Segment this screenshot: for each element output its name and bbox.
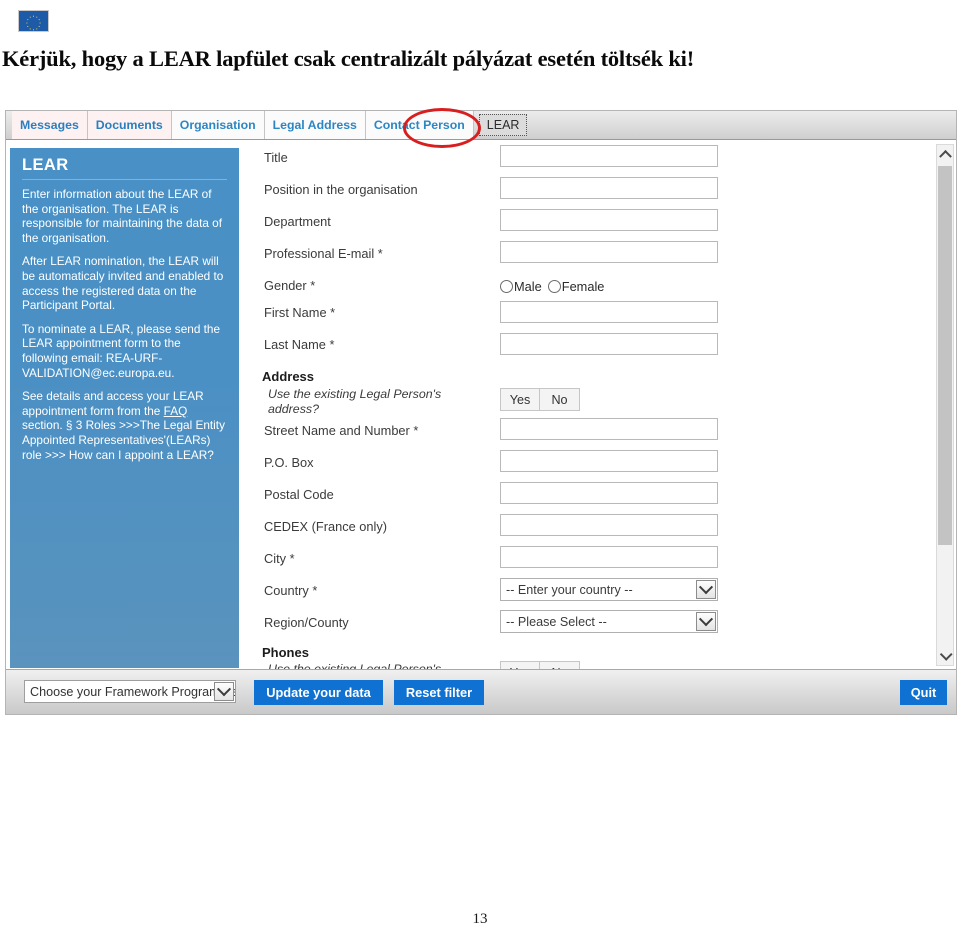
update-your-data-button[interactable]: Update your data	[254, 680, 383, 705]
scrollbar-thumb[interactable]	[938, 166, 952, 545]
chevron-up-icon	[938, 149, 952, 163]
quit-button[interactable]: Quit	[900, 680, 947, 705]
help-paragraph-1: Enter information about the LEAR of the …	[22, 187, 223, 245]
label-position: Position in the organisation	[264, 182, 418, 197]
page-headline: Kérjük, hogy a LEAR lapfület csak centra…	[2, 46, 695, 71]
field-row-professional-email: Professional E-mail	[254, 241, 944, 278]
select-region-value: -- Please Select --	[506, 614, 607, 629]
tab-contact-person[interactable]: Contact Person	[365, 111, 474, 139]
chevron-down-icon[interactable]	[696, 611, 716, 631]
field-row-last-name: Last Name	[254, 333, 944, 369]
label-last-name: Last Name	[264, 337, 334, 352]
input-cedex[interactable]	[500, 514, 718, 536]
application-screenshot: Messages Documents Organisation Legal Ad…	[5, 110, 957, 715]
label-city: City	[264, 551, 295, 566]
input-title[interactable]	[500, 145, 718, 167]
label-postal-code: Postal Code	[264, 487, 334, 502]
faq-text-suffix: section. § 3 Roles >>>The Legal Entity A…	[22, 418, 225, 462]
label-professional-email: Professional E-mail	[264, 246, 383, 261]
reset-filter-button[interactable]: Reset filter	[394, 680, 484, 705]
section-heading-address: Address	[262, 369, 315, 384]
label-first-name: First Name	[264, 305, 335, 320]
label-gender: Gender	[264, 278, 315, 293]
address-reuse-no[interactable]: No	[540, 388, 580, 411]
faq-link[interactable]: FAQ	[164, 404, 188, 418]
address-reuse-toggle: Yes No	[500, 388, 580, 411]
help-paragraph-2: After LEAR nomination, the LEAR will be …	[22, 254, 224, 313]
label-department: Department	[264, 214, 331, 229]
label-po-box: P.O. Box	[264, 455, 314, 470]
tab-lear[interactable]: LEAR	[478, 114, 528, 136]
radio-male-label: Male	[514, 279, 542, 294]
section-heading-phones: Phones	[262, 645, 309, 660]
eu-flag-logo	[18, 10, 49, 32]
select-region[interactable]: -- Please Select --	[500, 610, 718, 633]
framework-programme-value: Choose your Framework Programme	[30, 684, 236, 699]
tab-legal-address[interactable]: Legal Address	[264, 111, 366, 139]
lear-help-panel: LEAR Enter information about the LEAR of…	[10, 148, 239, 668]
field-row-region: Region/County -- Please Select --	[254, 610, 944, 647]
input-postal-code[interactable]	[500, 482, 718, 504]
bottom-toolbar: Choose your Framework Programme Update y…	[6, 669, 956, 714]
tab-organisation[interactable]: Organisation	[171, 111, 265, 139]
label-title: Title	[264, 150, 288, 165]
input-first-name[interactable]	[500, 301, 718, 323]
tab-strip: Messages Documents Organisation Legal Ad…	[6, 111, 956, 140]
select-country-value: -- Enter your country --	[506, 582, 633, 597]
tab-documents[interactable]: Documents	[87, 111, 172, 139]
input-department[interactable]	[500, 209, 718, 231]
help-paragraph-4: See details and access your LEAR appoint…	[22, 389, 227, 462]
label-cedex: CEDEX (France only)	[264, 519, 388, 534]
help-panel-title: LEAR	[22, 156, 227, 180]
page-number: 13	[472, 911, 488, 927]
address-reuse-question: Use the existing Legal Person's address?	[268, 387, 442, 416]
lear-form: Title Position in the organisation Depar…	[254, 140, 944, 670]
input-street[interactable]	[500, 418, 718, 440]
help-paragraph-3: To nominate a LEAR, please send the LEAR…	[22, 321, 221, 380]
chevron-down-icon	[939, 648, 953, 661]
input-last-name[interactable]	[500, 333, 718, 355]
input-po-box[interactable]	[500, 450, 718, 472]
vertical-scrollbar[interactable]	[936, 144, 954, 666]
chevron-down-icon[interactable]	[696, 579, 716, 599]
tab-messages[interactable]: Messages	[12, 111, 88, 139]
radio-female-label: Female	[561, 279, 605, 294]
scroll-down-button[interactable]	[937, 648, 953, 665]
input-city[interactable]	[500, 546, 718, 568]
address-reuse-yes[interactable]: Yes	[500, 388, 540, 411]
label-street: Street Name and Number	[264, 423, 418, 438]
gender-radio-group: Male Female	[500, 279, 604, 294]
label-region: Region/County	[264, 615, 349, 630]
label-country: Country	[264, 583, 317, 598]
application-body: LEAR Enter information about the LEAR of…	[6, 140, 956, 670]
chevron-down-icon[interactable]	[214, 681, 234, 701]
field-row-gender: Gender Male Female	[254, 278, 944, 300]
framework-programme-select[interactable]: Choose your Framework Programme	[24, 680, 236, 703]
radio-male[interactable]	[500, 280, 513, 293]
input-professional-email[interactable]	[500, 241, 718, 263]
radio-female[interactable]	[547, 280, 561, 293]
select-country[interactable]: -- Enter your country --	[500, 578, 718, 601]
scroll-up-button[interactable]	[937, 145, 953, 163]
input-position[interactable]	[500, 177, 718, 199]
